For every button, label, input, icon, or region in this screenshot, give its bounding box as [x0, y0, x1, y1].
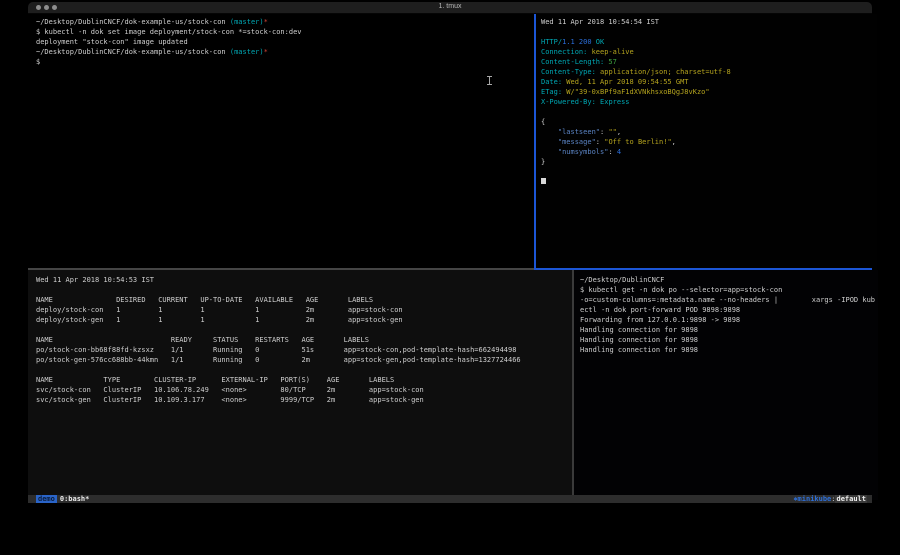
status-left: demo0:bash*: [36, 495, 89, 503]
terminal-line: "message": "Off to Berlin!",: [541, 137, 877, 147]
terminal-line: -o=custom-columns=:metadata.name --no-he…: [580, 295, 878, 305]
terminal-line: Handling connection for 9898: [580, 325, 878, 335]
terminal-line: ETag: W/"39-0xBPf9aF1dXVNkhsxoBQgJ8vKzo": [541, 87, 877, 97]
terminal-line: ~/Desktop/DublinCNCF/dok-example-us/stoc…: [36, 17, 542, 27]
terminal-line: ~/Desktop/DublinCNCF/dok-example-us/stoc…: [36, 47, 542, 57]
terminal-line: po/stock-con-bb68f88fd-kzsxz 1/1 Running…: [36, 345, 580, 355]
session-name: demo: [36, 495, 57, 503]
terminal-line: X-Powered-By: Express: [541, 97, 877, 107]
block-cursor: [541, 178, 546, 184]
terminal-line: Wed 11 Apr 2018 10:54:53 IST: [36, 275, 580, 285]
terminal-line: [541, 167, 877, 177]
terminal-line: Connection: keep-alive: [541, 47, 877, 57]
window-title: 1. tmux: [28, 3, 872, 10]
tmux-statusbar: demo0:bash* ⎈minikube:default: [28, 495, 872, 503]
terminal-line: deploy/stock-con 1 1 1 1 2m app=stock-co…: [36, 305, 580, 315]
window-titlebar[interactable]: 1. tmux: [28, 2, 872, 14]
terminal-line: Forwarding from 127.0.0.1:9898 -> 9898: [580, 315, 878, 325]
terminal-line: ~/Desktop/DublinCNCF: [580, 275, 878, 285]
terminal-line: [541, 177, 877, 187]
terminal-window: 1. tmux ~/Desktop/DublinCNCF/dok-example…: [28, 2, 872, 503]
terminal-line: Content-Length: 57: [541, 57, 877, 67]
terminal-line: svc/stock-gen ClusterIP 10.109.3.177 <no…: [36, 395, 580, 405]
window-tab-bash[interactable]: 0:bash*: [60, 495, 90, 503]
terminal-line: "lastseen": "",: [541, 127, 877, 137]
terminal-line: deployment "stock-con" image updated: [36, 37, 542, 47]
terminal-line: NAME TYPE CLUSTER-IP EXTERNAL-IP PORT(S)…: [36, 375, 580, 385]
terminal-line: svc/stock-con ClusterIP 10.106.78.249 <n…: [36, 385, 580, 395]
terminal-line: $ kubectl get -n dok po --selector=app=s…: [580, 285, 878, 295]
pane-http-response[interactable]: Wed 11 Apr 2018 10:54:54 IST HTTP/1.1 20…: [536, 14, 877, 271]
terminal-line: NAME READY STATUS RESTARTS AGE LABELS: [36, 335, 580, 345]
terminal-line: po/stock-gen-576cc688bb-44kmn 1/1 Runnin…: [36, 355, 580, 365]
desktop: 1. tmux ~/Desktop/DublinCNCF/dok-example…: [0, 0, 900, 555]
terminal-line: [541, 107, 877, 117]
terminal-line: "numsymbols": 4: [541, 147, 877, 157]
terminal-line: [36, 365, 580, 375]
terminal-line: Handling connection for 9898: [580, 345, 878, 355]
kube-context: minikube: [798, 495, 832, 503]
terminal-line: Wed 11 Apr 2018 10:54:54 IST: [541, 17, 877, 27]
pane-port-forward[interactable]: ~/Desktop/DublinCNCF$ kubectl get -n dok…: [574, 270, 878, 500]
pane-shell-set-image[interactable]: ~/Desktop/DublinCNCF/dok-example-us/stoc…: [28, 14, 542, 271]
terminal-line: }: [541, 157, 877, 167]
terminal-line: $: [36, 57, 542, 67]
terminal-line: deploy/stock-gen 1 1 1 1 2m app=stock-ge…: [36, 315, 580, 325]
terminal-line: Content-Type: application/json; charset=…: [541, 67, 877, 77]
terminal-line: ectl -n dok port-forward POD 9898:9898: [580, 305, 878, 315]
terminal-line: [36, 325, 580, 335]
terminal-line: NAME DESIRED CURRENT UP-TO-DATE AVAILABL…: [36, 295, 580, 305]
kube-namespace: default: [835, 495, 867, 503]
terminal-line: Date: Wed, 11 Apr 2018 09:54:55 GMT: [541, 77, 877, 87]
status-right: ⎈minikube:default: [793, 495, 867, 503]
ibeam-mouse-cursor-icon: [487, 76, 492, 85]
terminal-line: [541, 27, 877, 37]
terminal-line: {: [541, 117, 877, 127]
terminal-line: Handling connection for 9898: [580, 335, 878, 345]
terminal-line: [36, 285, 580, 295]
terminal-line: HTTP/1.1 200 OK: [541, 37, 877, 47]
pane-kubectl-get[interactable]: Wed 11 Apr 2018 10:54:53 IST NAME DESIRE…: [28, 270, 580, 500]
terminal-line: $ kubectl -n dok set image deployment/st…: [36, 27, 542, 37]
